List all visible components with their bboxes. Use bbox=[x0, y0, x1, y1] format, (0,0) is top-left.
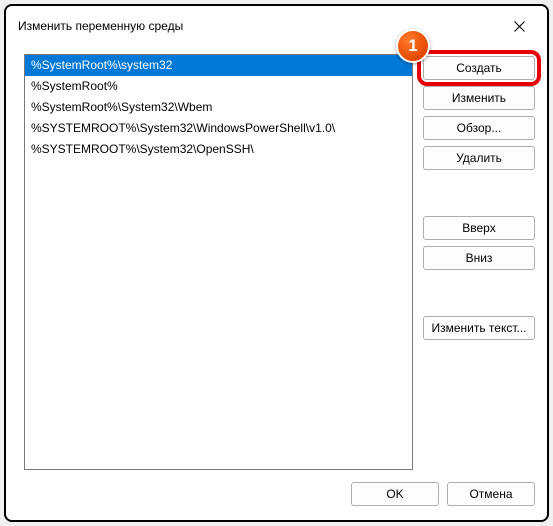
spacer bbox=[423, 176, 535, 210]
close-button[interactable] bbox=[501, 14, 537, 38]
button-label: Вниз bbox=[466, 251, 493, 265]
button-label: Отмена bbox=[469, 487, 512, 501]
list-item[interactable]: %SystemRoot%\system32 bbox=[25, 55, 412, 76]
button-label: Удалить bbox=[456, 151, 502, 165]
marker-label: 1 bbox=[408, 36, 417, 56]
ok-button[interactable]: OK bbox=[351, 482, 439, 506]
button-label: Обзор... bbox=[457, 121, 502, 135]
button-label: Изменить текст... bbox=[431, 321, 526, 335]
list-item[interactable]: %SystemRoot%\System32\Wbem bbox=[25, 97, 412, 118]
path-listbox[interactable]: %SystemRoot%\system32%SystemRoot%%System… bbox=[24, 54, 413, 470]
close-icon bbox=[514, 21, 525, 32]
delete-button[interactable]: Удалить bbox=[423, 146, 535, 170]
side-button-panel: Создать 1 Изменить Обзор... Удалить Ввер… bbox=[423, 54, 535, 470]
button-label: Изменить bbox=[452, 91, 506, 105]
button-label: OK bbox=[386, 487, 403, 501]
button-label: Создать bbox=[456, 61, 502, 75]
move-up-button[interactable]: Вверх bbox=[423, 216, 535, 240]
content-area: %SystemRoot%\system32%SystemRoot%%System… bbox=[6, 46, 547, 470]
list-item[interactable]: %SYSTEMROOT%\System32\WindowsPowerShell\… bbox=[25, 118, 412, 139]
list-item[interactable]: %SystemRoot% bbox=[25, 76, 412, 97]
list-item[interactable]: %SYSTEMROOT%\System32\OpenSSH\ bbox=[25, 139, 412, 160]
move-down-button[interactable]: Вниз bbox=[423, 246, 535, 270]
step-marker: 1 bbox=[396, 29, 430, 63]
button-label: Вверх bbox=[462, 221, 495, 235]
window-title: Изменить переменную среды bbox=[18, 19, 183, 33]
browse-button[interactable]: Обзор... bbox=[423, 116, 535, 140]
edit-text-button[interactable]: Изменить текст... bbox=[423, 316, 535, 340]
titlebar: Изменить переменную среды bbox=[6, 6, 547, 46]
edit-button[interactable]: Изменить bbox=[423, 86, 535, 110]
dialog-footer: OK Отмена bbox=[6, 470, 547, 520]
cancel-button[interactable]: Отмена bbox=[447, 482, 535, 506]
create-button[interactable]: Создать 1 bbox=[423, 56, 535, 80]
dialog-window: Изменить переменную среды %SystemRoot%\s… bbox=[4, 4, 549, 522]
spacer bbox=[423, 276, 535, 310]
